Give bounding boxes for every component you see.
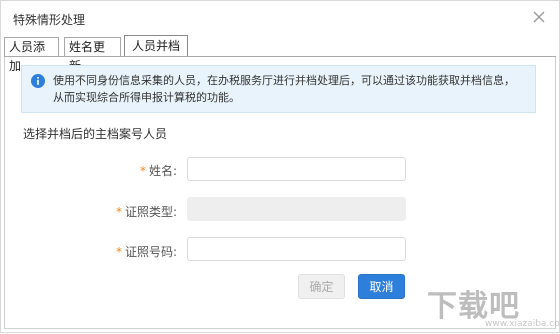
tab-bar: 人员添加 姓名更新 人员并档	[4, 35, 556, 73]
info-notice: 使用不同身份信息采集的人员，在办税服务厅进行并档处理后，可以通过该功能获取并档信…	[21, 65, 536, 113]
section-title: 选择并档后的主档案号人员	[23, 127, 168, 141]
watermark-url: www.xiazaiba.com	[485, 319, 560, 329]
name-label-text: 姓名:	[148, 164, 177, 178]
confirm-button[interactable]: 确定	[298, 274, 345, 299]
tab-name-update[interactable]: 姓名更新	[64, 37, 121, 73]
id-number-input[interactable]	[187, 237, 406, 261]
required-mark: *	[115, 205, 122, 219]
watermark-logo: 下载吧 www.xiazaiba.com	[427, 281, 560, 334]
required-mark: *	[115, 245, 122, 259]
title-bar: 特殊情形处理	[1, 1, 559, 35]
id-type-field	[187, 197, 406, 221]
id-number-label-text: 证照号码:	[124, 245, 177, 259]
dialog-title: 特殊情形处理	[13, 13, 86, 27]
close-icon[interactable]	[529, 7, 549, 27]
notice-text: 使用不同身份信息采集的人员，在办税服务厅进行并档处理后，可以通过该功能获取并档信…	[53, 74, 515, 104]
tab-add-person[interactable]: 人员添加	[4, 37, 59, 73]
id-number-label: * 证照号码:	[116, 243, 177, 260]
id-type-label: * 证照类型:	[116, 203, 177, 220]
tab-merge-records[interactable]: 人员并档	[124, 35, 188, 57]
info-icon	[31, 74, 45, 88]
required-mark: *	[139, 164, 146, 178]
id-type-label-text: 证照类型:	[124, 205, 177, 219]
name-label: * 姓名:	[140, 162, 177, 179]
dialog-window: 特殊情形处理 人员添加 姓名更新 人员并档 使用不同身份信息采集的人员，在办税服…	[0, 0, 560, 333]
name-input[interactable]	[187, 157, 406, 181]
cancel-button[interactable]: 取消	[358, 274, 405, 299]
